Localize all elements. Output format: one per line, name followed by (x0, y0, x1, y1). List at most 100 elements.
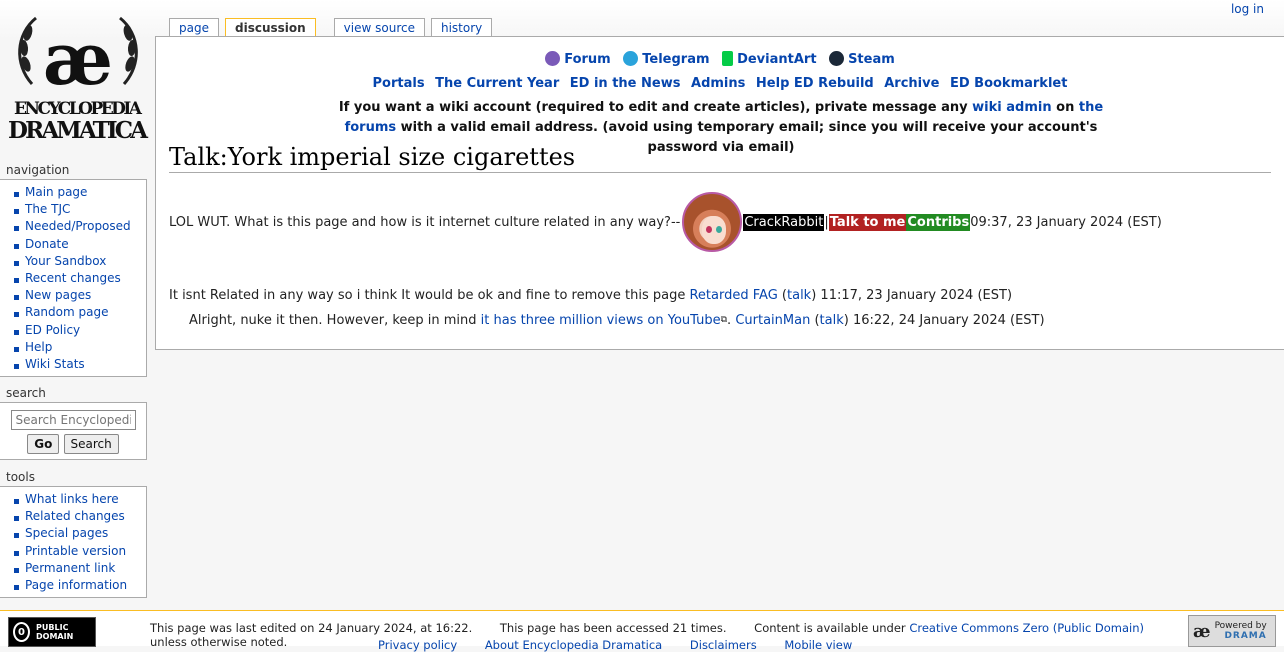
signature-talk-link[interactable]: talk (820, 313, 844, 328)
nav-new-pages[interactable]: New pages (25, 288, 91, 302)
nav-wiki-stats[interactable]: Wiki Stats (25, 357, 85, 371)
notice-links: Portals The Current Year ED in the News … (156, 76, 1284, 91)
footer-accessed: This page has been accessed 21 times. (499, 621, 727, 635)
tool-printable-version[interactable]: Printable version (25, 544, 126, 558)
social-forum[interactable]: Forum (545, 51, 611, 67)
tab-discussion[interactable]: discussion (224, 18, 316, 37)
tab-view-source[interactable]: view source (333, 18, 425, 37)
footer-mobile-view[interactable]: Mobile view (784, 638, 852, 652)
notice-link-admins[interactable]: Admins (691, 76, 745, 91)
logo-line1: ENCYCLOPEDIA (14, 99, 143, 119)
notice-link-portals[interactable]: Portals (373, 76, 425, 91)
notice-link-current-year[interactable]: The Current Year (435, 76, 559, 91)
social-steam[interactable]: Steam (829, 51, 895, 67)
notice-link-bookmarklet[interactable]: ED Bookmarklet (950, 76, 1067, 91)
steam-icon (829, 51, 845, 66)
nav-the-tjc[interactable]: The TJC (25, 202, 70, 216)
pd-badge-text: PUBLIC DOMAIN (36, 623, 74, 641)
footer-privacy-policy[interactable]: Privacy policy (378, 638, 457, 652)
deviantart-link[interactable]: DeviantArt (737, 52, 816, 67)
youtube-external-link[interactable]: it has three million views on YouTube (481, 313, 721, 328)
account-msg-part1: If you want a wiki account (required to … (338, 100, 973, 115)
tab-page[interactable]: page (169, 18, 219, 37)
steam-link[interactable]: Steam (848, 52, 895, 67)
navigation-portal: Main page The TJC Needed/Proposed Donate… (0, 179, 147, 377)
logo-mark: æ (43, 16, 113, 101)
signature-user-link[interactable]: Retarded FAG (689, 288, 777, 303)
social-telegram[interactable]: Telegram (623, 51, 710, 67)
telegram-icon (623, 51, 639, 66)
user-avatar[interactable] (682, 192, 743, 252)
comment-retarded-fag: It isnt Related in any way so i think It… (169, 288, 1012, 303)
nav-recent-changes[interactable]: Recent changes (25, 271, 121, 285)
navigation-heading: navigation (6, 163, 70, 177)
powered-by-text: Powered by (1214, 621, 1267, 631)
footer-last-edited: This page was last edited on 24 January … (150, 621, 473, 635)
notice-link-ed-news[interactable]: ED in the News (570, 76, 681, 91)
search-button[interactable]: Search (63, 434, 119, 454)
footer-license-pre: Content is available under (754, 621, 910, 635)
tool-related-changes[interactable]: Related changes (25, 509, 125, 523)
social-links: Forum Telegram DeviantArt Steam (156, 51, 1284, 67)
comment-crackrabbit: LOL WUT. What is this page and how is it… (169, 191, 1279, 253)
signature-talk-link[interactable]: Talk to me (828, 213, 907, 231)
comment-timestamp: 16:22, 24 January 2024 (EST) (848, 313, 1045, 328)
tools-heading: tools (6, 470, 35, 484)
tool-permanent-link[interactable]: Permanent link (25, 561, 115, 575)
logo-line2: DRAMATICA (8, 117, 149, 144)
nav-main-page[interactable]: Main page (25, 185, 87, 199)
signature-user-link[interactable]: CrackRabbit (743, 213, 825, 231)
nav-needed-proposed[interactable]: Needed/Proposed (25, 219, 131, 233)
search-portal: Go Search (0, 402, 147, 460)
search-input[interactable] (10, 410, 136, 430)
content-area: Forum Telegram DeviantArt Steam Portals … (155, 36, 1284, 350)
wiki-admin-link[interactable]: wiki admin (972, 100, 1051, 115)
comment-text: It isnt Related in any way so i think It… (169, 288, 690, 303)
powered-logo-icon: æ (1193, 620, 1211, 642)
site-logo[interactable]: æ ENCYCLOPEDIA DRAMATICA (4, 4, 152, 146)
forum-icon (545, 51, 561, 66)
tool-page-information[interactable]: Page information (25, 578, 127, 592)
signature-talk-link[interactable]: talk (787, 288, 811, 303)
nav-help[interactable]: Help (25, 340, 52, 354)
forum-link[interactable]: Forum (564, 52, 611, 67)
public-domain-badge[interactable]: 0 PUBLIC DOMAIN (8, 617, 96, 647)
tool-special-pages[interactable]: Special pages (25, 526, 108, 540)
footer-license-link[interactable]: Creative Commons Zero (Public Domain) (909, 621, 1144, 635)
social-deviantart[interactable]: DeviantArt (722, 51, 817, 67)
notice-link-help-rebuild[interactable]: Help ED Rebuild (756, 76, 874, 91)
signature-user-link[interactable]: CurtainMan (735, 313, 810, 328)
footer: 0 PUBLIC DOMAIN This page was last edite… (0, 610, 1284, 652)
powered-by-badge[interactable]: æ Powered by DRAMA (1188, 615, 1276, 647)
login-link[interactable]: log in (1231, 2, 1264, 16)
footer-disclaimers[interactable]: Disclaimers (690, 638, 757, 652)
footer-links: Privacy policy About Encyclopedia Dramat… (378, 638, 852, 652)
notice-link-archive[interactable]: Archive (884, 76, 939, 91)
tools-portal: What links here Related changes Special … (0, 486, 147, 598)
nav-donate[interactable]: Donate (25, 237, 69, 251)
comment-timestamp: 09:37, 23 January 2024 (EST) (970, 214, 1162, 230)
tool-what-links-here[interactable]: What links here (25, 492, 119, 506)
deviantart-icon (722, 51, 734, 66)
comment-timestamp: 11:17, 23 January 2024 (EST) (816, 288, 1013, 303)
comment-curtainman: Alright, nuke it then. However, keep in … (189, 313, 1045, 328)
page-title: Talk:York imperial size cigarettes (169, 143, 1271, 173)
account-msg-part2: on (1051, 100, 1079, 115)
paren-open: ( (810, 313, 820, 328)
tab-history[interactable]: history (430, 18, 493, 37)
public-domain-icon: 0 (13, 622, 31, 642)
go-button[interactable]: Go (27, 434, 60, 454)
powered-by-name: DRAMA (1224, 631, 1267, 641)
signature-contribs-link[interactable]: Contribs (906, 213, 971, 231)
nav-ed-policy[interactable]: ED Policy (25, 323, 80, 337)
footer-license-post: unless otherwise noted. (150, 635, 288, 649)
comment-text: Alright, nuke it then. However, keep in … (189, 313, 481, 328)
search-heading: search (6, 386, 46, 400)
footer-about[interactable]: About Encyclopedia Dramatica (485, 638, 662, 652)
page-tabs: page discussion view source history (169, 18, 493, 37)
nav-random-page[interactable]: Random page (25, 305, 108, 319)
paren-open: ( (777, 288, 787, 303)
nav-your-sandbox[interactable]: Your Sandbox (25, 254, 106, 268)
telegram-link[interactable]: Telegram (642, 52, 709, 67)
comment-text: LOL WUT. What is this page and how is it… (169, 214, 681, 230)
